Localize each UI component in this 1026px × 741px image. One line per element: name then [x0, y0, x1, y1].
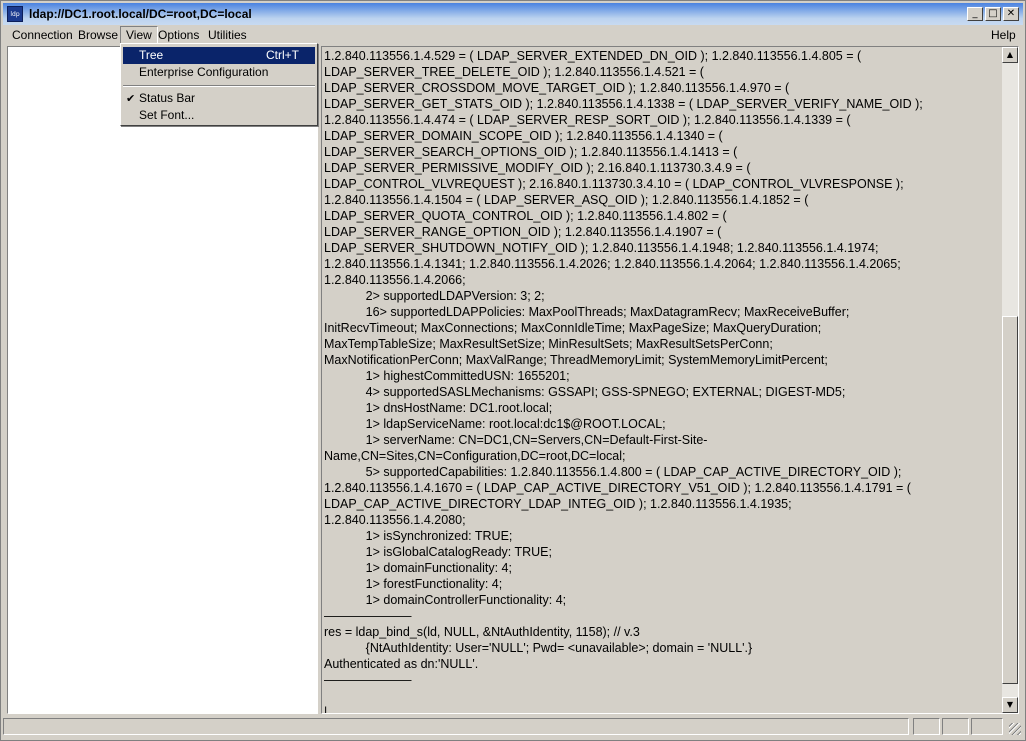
- maximize-button[interactable]: □: [985, 7, 1001, 21]
- scroll-up-button[interactable]: ▲: [1002, 47, 1018, 63]
- menu-item-set-font-label: Set Font...: [139, 108, 195, 122]
- menu-connection[interactable]: Connection: [7, 27, 78, 43]
- output-line: LDAP_SERVER_SEARCH_OPTIONS_OID ); 1.2.84…: [324, 145, 738, 159]
- output-line: 16> supportedLDAPPolicies: MaxPoolThread…: [324, 305, 850, 319]
- output-line: LDAP_SERVER_CROSSDOM_MOVE_TARGET_OID ); …: [324, 81, 790, 95]
- output-line: 1> isSynchronized: TRUE;: [324, 529, 513, 543]
- output-line: 1.2.840.113556.1.4.1670 = ( LDAP_CAP_ACT…: [324, 481, 911, 495]
- menu-item-enterprise-configuration-label: Enterprise Configuration: [139, 65, 269, 79]
- output-line: LDAP_CAP_ACTIVE_DIRECTORY_LDAP_INTEG_OID…: [324, 497, 792, 511]
- status-panel-2: [913, 718, 940, 735]
- output-line: 1.2.840.113556.1.4.2066;: [324, 273, 466, 287]
- output-line: 1> highestCommittedUSN: 1655201;: [324, 369, 570, 383]
- output-line: 1.2.840.113556.1.4.1341; 1.2.840.113556.…: [324, 257, 901, 271]
- menu-help[interactable]: Help: [986, 27, 1021, 43]
- output-line: LDAP_SERVER_PERMISSIVE_MODIFY_OID ); 2.1…: [324, 161, 751, 175]
- status-panel-3: [942, 718, 969, 735]
- menu-item-status-bar-label: Status Bar: [139, 91, 196, 105]
- output-line: MaxTempTableSize; MaxResultSetSize; MinR…: [324, 337, 773, 351]
- output-line: 1> isGlobalCatalogReady: TRUE;: [324, 545, 552, 559]
- ldp-window: ldp ldap://DC1.root.local/DC=root,DC=loc…: [0, 0, 1026, 741]
- output-line: LDAP_CONTROL_VLVREQUEST ); 2.16.840.1.11…: [324, 177, 904, 191]
- ldp-app-icon: ldp: [7, 6, 23, 22]
- output-line: InitRecvTimeout; MaxConnections; MaxConn…: [324, 321, 822, 335]
- output-text: 1.2.840.113556.1.4.529 = ( LDAP_SERVER_E…: [324, 48, 1000, 714]
- status-panel-main: [3, 718, 909, 735]
- menu-browse[interactable]: Browse: [73, 27, 123, 43]
- output-line: LDAP_SERVER_SHUTDOWN_NOTIFY_OID ); 1.2.8…: [324, 241, 879, 255]
- output-line: 5> supportedCapabilities: 1.2.840.113556…: [324, 465, 902, 479]
- output-line: 1> forestFunctionality: 4;: [324, 577, 503, 591]
- output-pane[interactable]: 1.2.840.113556.1.4.529 = ( LDAP_SERVER_E…: [321, 46, 1019, 714]
- tree-pane[interactable]: [7, 46, 318, 714]
- output-line: Name,CN=Sites,CN=Configuration,DC=root,D…: [324, 449, 626, 463]
- output-line: 1.2.840.113556.1.4.529 = ( LDAP_SERVER_E…: [324, 49, 862, 63]
- menu-options[interactable]: Options: [153, 27, 204, 43]
- minimize-button[interactable]: _: [967, 7, 983, 21]
- output-line: MaxNotificationPerConn; MaxValRange; Thr…: [324, 353, 828, 367]
- output-line: 1> ldapServiceName: root.local:dc1$@ROOT…: [324, 417, 666, 431]
- menu-item-tree-label: Tree: [139, 48, 164, 62]
- menu-item-tree[interactable]: Tree Ctrl+T: [123, 47, 315, 64]
- output-line: 4> supportedSASLMechanisms: GSSAPI; GSS-…: [324, 385, 846, 399]
- output-line: {NtAuthIdentity: User='NULL'; Pwd= <unav…: [324, 641, 753, 655]
- window-title: ldap://DC1.root.local/DC=root,DC=local: [29, 7, 252, 21]
- output-line: ———————: [324, 609, 412, 623]
- output-line: 1> domainFunctionality: 4;: [324, 561, 512, 575]
- output-line: 2> supportedLDAPVersion: 3; 2;: [324, 289, 545, 303]
- output-line: 1> dnsHostName: DC1.root.local;: [324, 401, 553, 415]
- menu-item-status-bar[interactable]: ✔ Status Bar: [123, 90, 315, 107]
- scroll-down-button[interactable]: ▼: [1002, 697, 1018, 713]
- menu-item-tree-shortcut: Ctrl+T: [266, 48, 299, 62]
- output-line: LDAP_SERVER_DOMAIN_SCOPE_OID ); 1.2.840.…: [324, 129, 723, 143]
- output-line: ———————: [324, 673, 412, 687]
- title-bar[interactable]: ldp ldap://DC1.root.local/DC=root,DC=loc…: [3, 3, 1023, 25]
- output-line: res = ldap_bind_s(ld, NULL, &NtAuthIdent…: [324, 625, 640, 639]
- output-line: 1.2.840.113556.1.4.2080;: [324, 513, 466, 527]
- status-panel-4: [971, 718, 1003, 735]
- menu-utilities[interactable]: Utilities: [203, 27, 252, 43]
- checkmark-icon: ✔: [126, 92, 136, 105]
- view-menu-dropdown: Tree Ctrl+T Enterprise Configuration ✔ S…: [120, 43, 318, 126]
- output-line: 1.2.840.113556.1.4.1504 = ( LDAP_SERVER_…: [324, 193, 809, 207]
- output-line: 1> serverName: CN=DC1,CN=Servers,CN=Defa…: [324, 433, 708, 447]
- output-line: 1.2.840.113556.1.4.474 = ( LDAP_SERVER_R…: [324, 113, 851, 127]
- menu-bar: Connection Browse View Options Utilities…: [3, 26, 1023, 44]
- close-button[interactable]: ✕: [1003, 7, 1019, 21]
- output-line: LDAP_SERVER_QUOTA_CONTROL_OID ); 1.2.840…: [324, 209, 727, 223]
- output-line: LDAP_SERVER_TREE_DELETE_OID ); 1.2.840.1…: [324, 65, 704, 79]
- menu-item-enterprise-configuration[interactable]: Enterprise Configuration: [123, 64, 315, 81]
- output-line: LDAP_SERVER_RANGE_OPTION_OID ); 1.2.840.…: [324, 225, 722, 239]
- output-line: 1> domainControllerFunctionality: 4;: [324, 593, 567, 607]
- window-controls: _ □ ✕: [967, 7, 1019, 21]
- menu-separator: [123, 85, 315, 87]
- vertical-scrollbar[interactable]: ▲ ▼: [1002, 47, 1018, 713]
- resize-grip[interactable]: [1009, 723, 1021, 735]
- menu-item-set-font[interactable]: Set Font...: [123, 107, 315, 124]
- output-line: LDAP_SERVER_GET_STATS_OID ); 1.2.840.113…: [324, 97, 923, 111]
- output-line: Authenticated as dn:'NULL'.: [324, 657, 479, 671]
- scrollbar-thumb[interactable]: [1002, 315, 1018, 684]
- status-bar: [3, 717, 1023, 737]
- output-line: |: [324, 705, 328, 714]
